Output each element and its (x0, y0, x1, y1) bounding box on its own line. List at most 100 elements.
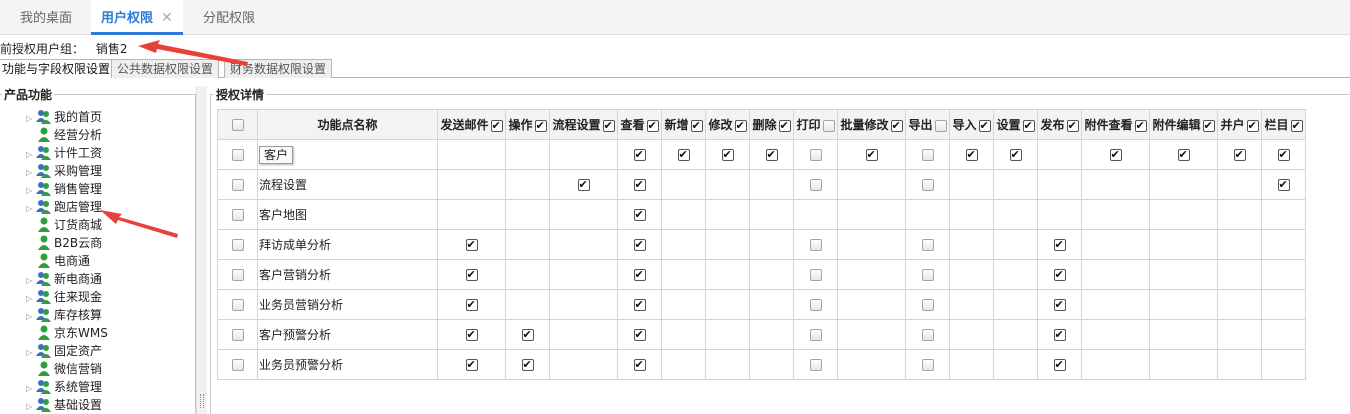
permission-cell[interactable] (549, 169, 618, 200)
permission-checkbox[interactable] (1053, 267, 1066, 282)
permission-checkbox[interactable] (521, 357, 534, 372)
permission-cell[interactable] (905, 259, 950, 290)
permission-checkbox[interactable] (921, 329, 934, 341)
tree-item[interactable]: 订货商城 (26, 216, 102, 234)
permission-checkbox[interactable] (809, 149, 822, 161)
column-checkbox[interactable] (978, 118, 991, 133)
subtab-function-field[interactable]: 功能与字段权限设置 (0, 59, 117, 79)
permission-cell[interactable] (617, 319, 662, 350)
permission-checkbox[interactable] (921, 359, 934, 371)
column-checkbox[interactable] (778, 118, 791, 133)
column-checkbox[interactable] (534, 118, 547, 133)
subtab-finance-data[interactable]: 财务数据权限设置 (224, 59, 333, 78)
row-select-checkbox[interactable] (231, 179, 244, 191)
expand-arrow-icon[interactable]: ▷ (26, 398, 36, 414)
permission-checkbox[interactable] (465, 327, 478, 342)
permission-cell[interactable] (1261, 169, 1306, 200)
permission-checkbox[interactable] (721, 147, 734, 162)
permission-cell[interactable] (1037, 259, 1082, 290)
permission-cell[interactable] (793, 319, 838, 350)
permission-cell[interactable] (837, 139, 906, 170)
permission-checkbox[interactable] (1053, 237, 1066, 252)
permission-checkbox[interactable] (1277, 147, 1290, 162)
tree-item[interactable]: 经营分析 (26, 126, 102, 144)
permission-cell[interactable] (617, 199, 662, 230)
permission-cell[interactable] (1037, 229, 1082, 260)
tab-user-permissions[interactable]: 用户权限 ✕ (91, 0, 183, 35)
tree-item[interactable]: ▷ 销售管理 (26, 180, 102, 198)
permission-cell[interactable] (1149, 139, 1218, 170)
permission-checkbox[interactable] (1053, 357, 1066, 372)
tab-my-desktop[interactable]: 我的桌面 (10, 0, 82, 35)
permission-checkbox[interactable] (577, 177, 590, 192)
permission-checkbox[interactable] (921, 149, 934, 161)
tree-item[interactable]: ▷ 跑店管理 (26, 198, 102, 216)
permission-checkbox[interactable] (809, 179, 822, 191)
column-checkbox[interactable] (1134, 118, 1147, 133)
permission-cell[interactable] (1037, 319, 1082, 350)
permission-checkbox[interactable] (633, 177, 646, 192)
permission-checkbox[interactable] (809, 299, 822, 311)
column-checkbox[interactable] (1022, 118, 1035, 133)
permission-cell[interactable] (905, 349, 950, 380)
permission-checkbox[interactable] (465, 297, 478, 312)
permission-checkbox[interactable] (677, 147, 690, 162)
permission-cell[interactable] (617, 259, 662, 290)
tree-item[interactable]: ▷ 固定资产 (26, 342, 102, 360)
permission-checkbox[interactable] (633, 207, 646, 222)
permission-checkbox[interactable] (809, 239, 822, 251)
column-checkbox[interactable] (822, 119, 835, 132)
column-checkbox[interactable] (602, 118, 615, 133)
tree-item[interactable]: B2B云商 (26, 234, 102, 252)
permission-checkbox[interactable] (865, 147, 878, 162)
permission-checkbox[interactable] (965, 147, 978, 162)
permission-checkbox[interactable] (809, 269, 822, 281)
permission-cell[interactable] (1217, 139, 1262, 170)
tree-item[interactable]: ▷ 系统管理 (26, 378, 102, 396)
tree-item[interactable]: ▷ 新电商通 (26, 270, 102, 288)
permission-cell[interactable] (905, 169, 950, 200)
permission-cell[interactable] (793, 289, 838, 320)
permission-checkbox[interactable] (921, 269, 934, 281)
permission-cell[interactable] (437, 319, 506, 350)
permission-checkbox[interactable] (765, 147, 778, 162)
permission-checkbox[interactable] (633, 147, 646, 162)
permission-checkbox[interactable] (1053, 297, 1066, 312)
permission-cell[interactable] (661, 139, 706, 170)
permission-cell[interactable] (905, 229, 950, 260)
permission-checkbox[interactable] (1109, 147, 1122, 162)
permission-cell[interactable] (993, 139, 1038, 170)
tree-item[interactable]: 京东WMS (26, 324, 108, 342)
row-select-checkbox[interactable] (231, 299, 244, 311)
permission-checkbox[interactable] (1177, 147, 1190, 162)
tree-item[interactable]: ▷ 计件工资 (26, 144, 102, 162)
permission-cell[interactable] (617, 349, 662, 380)
tree-item[interactable]: 微信营销 (26, 360, 102, 378)
permission-cell[interactable] (793, 169, 838, 200)
row-select-checkbox[interactable] (231, 149, 244, 161)
permission-cell[interactable] (705, 139, 750, 170)
permission-checkbox[interactable] (809, 329, 822, 341)
tree-item[interactable]: 电商通 (26, 252, 90, 270)
tree-item[interactable]: ▷ 往来现金 (26, 288, 102, 306)
permission-checkbox[interactable] (921, 179, 934, 191)
permission-cell[interactable] (905, 319, 950, 350)
permission-cell[interactable] (437, 259, 506, 290)
permission-cell[interactable] (1081, 139, 1150, 170)
permission-checkbox[interactable] (465, 357, 478, 372)
permission-cell[interactable] (793, 139, 838, 170)
permission-cell[interactable] (949, 139, 994, 170)
column-checkbox[interactable] (1066, 118, 1079, 133)
permission-cell[interactable] (793, 259, 838, 290)
column-checkbox[interactable] (1246, 118, 1259, 133)
tree-item[interactable]: ▷ 库存核算 (26, 306, 102, 324)
permission-cell[interactable] (793, 229, 838, 260)
permission-cell[interactable] (749, 139, 794, 170)
select-all-checkbox[interactable] (231, 119, 244, 131)
column-checkbox[interactable] (646, 118, 659, 133)
permission-cell[interactable] (1037, 349, 1082, 380)
permission-cell[interactable] (1261, 139, 1306, 170)
column-checkbox[interactable] (1202, 118, 1215, 133)
permission-checkbox[interactable] (1277, 177, 1290, 192)
permission-checkbox[interactable] (633, 297, 646, 312)
